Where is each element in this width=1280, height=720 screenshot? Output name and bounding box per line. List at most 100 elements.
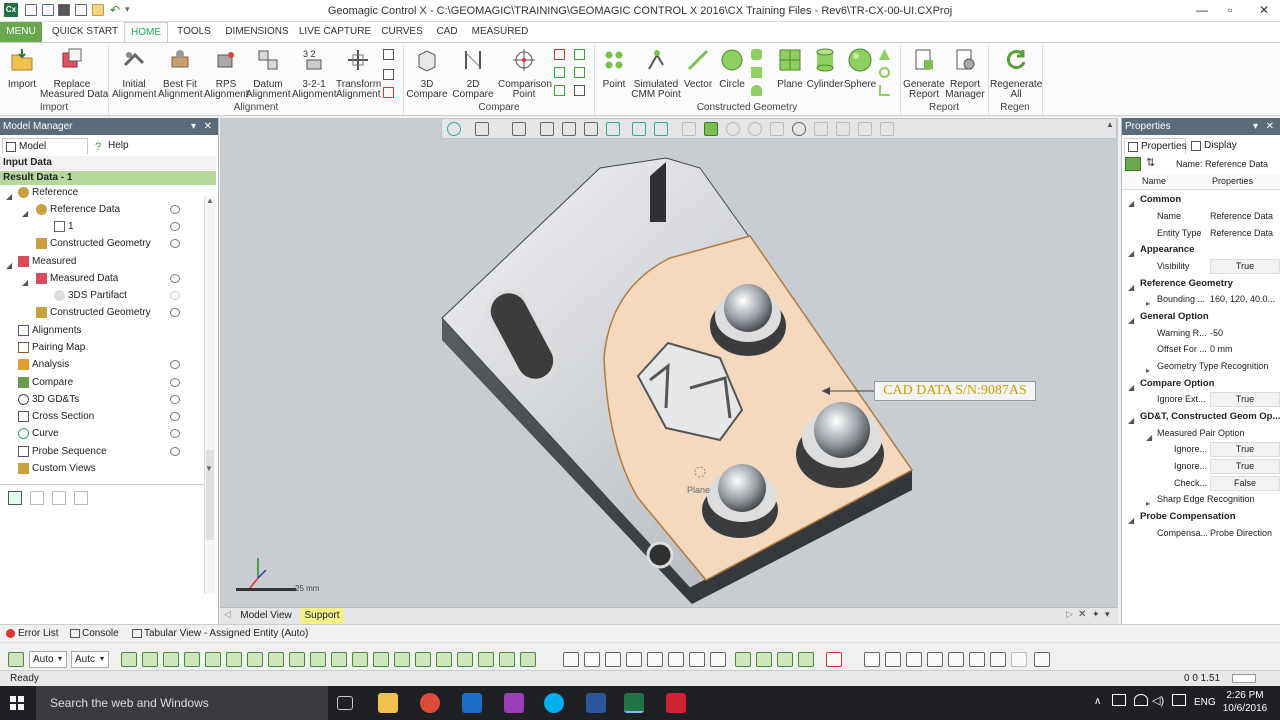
comparison-point-button[interactable]: Comparison Point	[498, 47, 552, 100]
visibility-eye-icon[interactable]	[170, 360, 180, 369]
select-tool-icon[interactable]	[814, 122, 828, 136]
close-panel-icon[interactable]: ✕	[204, 118, 212, 135]
result-data-header[interactable]: Result Data - 1	[0, 171, 216, 185]
tree-item-measured-data[interactable]: ◢ Measured Data	[0, 270, 204, 287]
select-tool-icon[interactable]	[858, 122, 872, 136]
torus-icon[interactable]	[879, 67, 890, 78]
prop-row-measured-pair-option[interactable]: ◢ Measured Pair Option	[1122, 425, 1280, 442]
filter-icon[interactable]	[436, 652, 452, 667]
tree-item-reference-data[interactable]: ◢ Reference Data	[0, 201, 204, 218]
prop-row-sharp-edge[interactable]: ▸ Sharp Edge Recognition	[1122, 491, 1280, 508]
filter-icon[interactable]	[373, 652, 389, 667]
dropdown-icon[interactable]: ▾	[100, 654, 104, 663]
scroll-down-icon[interactable]: ▼	[205, 464, 213, 473]
tab-help[interactable]: ? Help	[92, 138, 142, 154]
simulated-cmm-point-button[interactable]: Simulated CMM Point	[630, 47, 682, 100]
close-panel-icon[interactable]: ✕	[1266, 118, 1274, 135]
dropdown-icon[interactable]: ▾	[58, 654, 62, 663]
tree-item-analysis[interactable]: Analysis	[0, 356, 204, 373]
tree-item-reference[interactable]: ◢ Reference	[0, 184, 204, 201]
select-line-icon[interactable]	[682, 122, 696, 136]
tree-item-compare[interactable]: Compare	[0, 374, 204, 391]
visibility-eye-icon[interactable]	[170, 222, 180, 231]
filter-icon[interactable]	[310, 652, 326, 667]
filter-icon[interactable]	[331, 652, 347, 667]
tab-dimensions[interactable]: DIMENSIONS	[222, 22, 292, 42]
initial-alignment-button[interactable]: Initial Alignment	[112, 47, 156, 100]
prop-value[interactable]: Probe Direction	[1210, 525, 1280, 542]
tree-item-alignments[interactable]: Alignments	[0, 322, 204, 339]
shape-filter-icon[interactable]	[563, 652, 579, 667]
import-button[interactable]: Import	[4, 47, 40, 90]
filter-icon[interactable]	[289, 652, 305, 667]
filter-icon[interactable]	[520, 652, 536, 667]
select-rect-icon[interactable]	[704, 122, 718, 136]
tree-scrollbar[interactable]: ▲	[204, 196, 215, 594]
visibility-eye-icon[interactable]	[170, 412, 180, 421]
prop-category-gdt-constructed[interactable]: ◢ GD&T, Constructed Geom Op...	[1122, 408, 1280, 425]
taskbar-search[interactable]: Search the web and Windows	[36, 686, 328, 720]
select-poly-icon[interactable]	[748, 122, 762, 136]
tab-tools[interactable]: TOOLS	[172, 22, 216, 42]
tree-item-measured[interactable]: ◢ Measured	[0, 253, 204, 270]
tab-curves[interactable]: CURVES	[378, 22, 426, 42]
prop-row-visibility[interactable]: Visibility True	[1122, 258, 1280, 275]
filter-icon[interactable]	[457, 652, 473, 667]
slot-icon[interactable]	[751, 49, 762, 60]
prop-category-reference-geometry[interactable]: ◢ Reference Geometry	[1122, 275, 1280, 292]
shape-filter-icon[interactable]	[626, 652, 642, 667]
maximize-icon[interactable]: ▫	[1228, 3, 1232, 17]
shape-filter-icon[interactable]	[605, 652, 621, 667]
selection-mode-icon[interactable]	[8, 652, 24, 667]
visibility-eye-icon[interactable]	[170, 205, 180, 214]
prop-row-name[interactable]: Name Reference Data	[1122, 208, 1280, 225]
wifi-icon[interactable]	[1134, 694, 1148, 706]
measure-tool-icon[interactable]	[948, 652, 964, 667]
prop-value[interactable]: -50	[1210, 325, 1280, 342]
align-tool-icon[interactable]	[383, 49, 394, 60]
prop-row-ignore-1[interactable]: Ignore... True	[1122, 441, 1280, 458]
visibility-select[interactable]: True	[1210, 259, 1280, 274]
visibility-eye-icon[interactable]	[170, 291, 180, 300]
report-manager-button[interactable]: Report Manager	[944, 47, 986, 100]
tree-item-cross-section[interactable]: Cross Section	[0, 408, 204, 425]
tree-item-3ds-partifact[interactable]: 3DS Partifact	[0, 287, 204, 304]
render-mode-icon[interactable]	[632, 122, 646, 136]
view-front-icon[interactable]	[540, 122, 554, 136]
select-brush-icon[interactable]	[792, 122, 806, 136]
tab-home[interactable]: HOME	[124, 22, 168, 42]
tab-live-capture[interactable]: LIVE CAPTURE	[298, 22, 372, 42]
regenerate-all-button[interactable]: Regenerate All	[990, 47, 1042, 100]
view-tool-icon[interactable]	[8, 491, 22, 505]
prop-row-ignore-ext[interactable]: Ignore Ext... True	[1122, 391, 1280, 408]
prop-row-bounding[interactable]: ▸ Bounding ... 160, 120, 40.0...	[1122, 291, 1280, 308]
view-cube-icon[interactable]	[475, 122, 489, 136]
notification-icon[interactable]	[1172, 694, 1186, 706]
measure-tool-icon[interactable]	[906, 652, 922, 667]
measure-tool-icon[interactable]	[990, 652, 1006, 667]
language-indicator[interactable]: ENG	[1194, 697, 1216, 708]
scroll-up-icon[interactable]: ▲	[206, 196, 214, 205]
view-tool-icon[interactable]	[30, 491, 44, 505]
shape-filter-icon[interactable]	[798, 652, 814, 667]
view-top-icon[interactable]	[562, 122, 576, 136]
measure-tool-icon[interactable]	[1011, 652, 1027, 667]
compare-tool-icon[interactable]	[574, 49, 585, 60]
volume-icon[interactable]: ◁)	[1152, 694, 1164, 707]
view-side-icon[interactable]	[584, 122, 598, 136]
circle-button[interactable]: Circle	[716, 47, 748, 90]
filter-icon[interactable]	[121, 652, 137, 667]
tab-display[interactable]: Display	[1188, 138, 1244, 154]
shape-filter-icon[interactable]	[756, 652, 772, 667]
datum-alignment-button[interactable]: Datum Alignment	[246, 47, 290, 100]
filter-icon[interactable]	[184, 652, 200, 667]
visibility-eye-icon[interactable]	[170, 395, 180, 404]
3d-model-canvas[interactable]	[220, 118, 1118, 608]
tree-item-probe-sequence[interactable]: Probe Sequence	[0, 443, 204, 460]
visibility-eye-icon[interactable]	[170, 447, 180, 456]
tab-tabular-view[interactable]: Tabular View - Assigned Entity (Auto)	[130, 627, 308, 641]
3d-compare-button[interactable]: 3D Compare	[406, 47, 448, 100]
view-tool-icon[interactable]	[52, 491, 66, 505]
replace-measured-data-button[interactable]: Replace Measured Data	[40, 47, 108, 100]
tab-support[interactable]: Support	[300, 608, 344, 624]
